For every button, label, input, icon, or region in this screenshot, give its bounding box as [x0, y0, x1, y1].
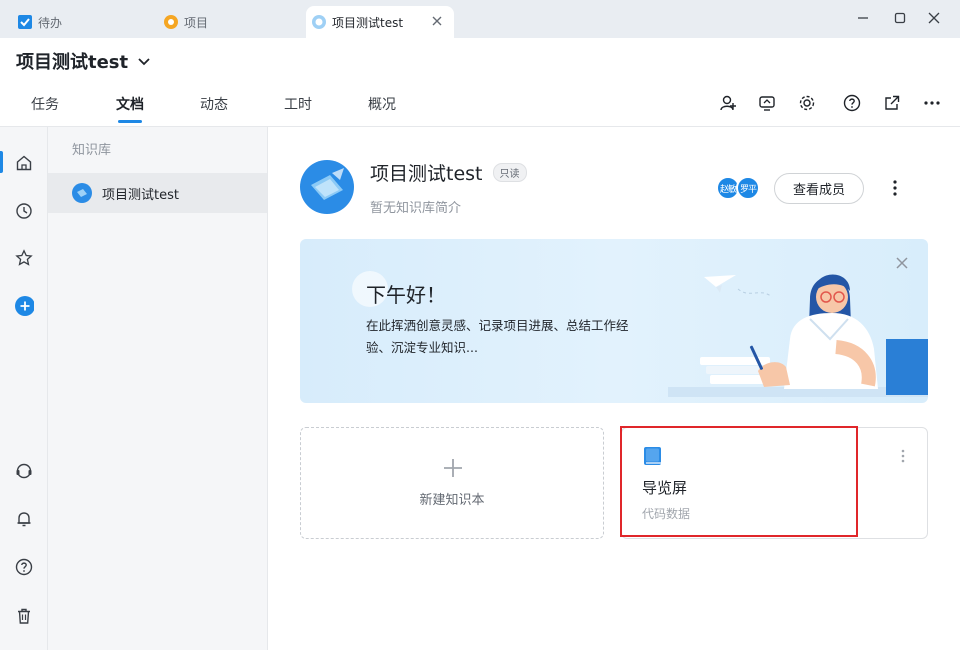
main-content: 项目测试test 只读 暂无知识库简介 赵敏 罗平 查看成员 下午好！ 在此挥洒…	[269, 127, 960, 650]
plus-icon	[444, 459, 462, 477]
notebook-card[interactable]: 导览屏 代码数据	[621, 427, 928, 539]
tab-activity[interactable]: 动态	[200, 94, 228, 114]
more-horizontal-icon[interactable]	[922, 93, 942, 113]
external-link-icon[interactable]	[882, 93, 902, 113]
project-header: 项目测试test 任务 文档 动态 工时 概况	[0, 38, 960, 127]
notebook-subtitle: 代码数据	[642, 507, 691, 521]
chevron-down-icon	[136, 53, 152, 69]
tab-worktime[interactable]: 工时	[284, 94, 312, 114]
customer-service-icon[interactable]	[14, 461, 34, 481]
tab-overview[interactable]: 概况	[368, 94, 396, 114]
project-title-dropdown[interactable]: 项目测试test	[16, 48, 152, 74]
kb-description: 暂无知识库简介	[370, 201, 462, 216]
close-icon[interactable]	[430, 14, 444, 28]
avatar: 罗平	[736, 176, 760, 200]
home-icon[interactable]	[14, 153, 34, 173]
knowledge-base-icon	[312, 15, 326, 29]
screen-share-icon[interactable]	[757, 93, 777, 113]
window-close-icon[interactable]	[924, 8, 944, 28]
banner-text: 在此挥洒创意灵感、记录项目进展、总结工作经验、沉淀专业知识...	[366, 318, 629, 355]
help-circle-icon[interactable]	[14, 557, 34, 577]
window-tab-todo[interactable]: 待办	[18, 6, 62, 38]
illustration-image	[668, 274, 928, 397]
book-icon	[644, 447, 661, 465]
add-member-icon[interactable]	[718, 93, 738, 113]
recent-icon[interactable]	[14, 201, 34, 221]
tab-docs[interactable]: 文档	[116, 94, 144, 123]
window-tab-project[interactable]: 项目	[164, 6, 208, 38]
notebook-name: 导览屏	[642, 479, 688, 497]
add-circle-icon[interactable]	[14, 296, 34, 316]
kb-title: 项目测试test	[370, 163, 483, 185]
new-notebook-card[interactable]: 新建知识本	[300, 427, 604, 539]
trash-icon[interactable]	[14, 606, 34, 626]
kb-title-row: 项目测试test 只读	[370, 159, 527, 186]
help-icon[interactable]	[842, 93, 862, 113]
more-vertical-icon[interactable]	[885, 178, 905, 198]
bell-icon[interactable]	[14, 509, 34, 529]
sidebar-item-kb[interactable]: 项目测试test	[48, 173, 267, 213]
knowledge-base-icon	[72, 183, 92, 203]
welcome-banner: 下午好！ 在此挥洒创意灵感、记录项目进展、总结工作经验、沉淀专业知识...	[300, 239, 928, 403]
rail-selection-indicator	[0, 151, 3, 173]
readonly-badge: 只读	[492, 163, 527, 182]
sidebar-section-title: 知识库	[72, 143, 112, 158]
notebook-more-icon[interactable]	[895, 446, 911, 466]
tab-tasks[interactable]: 任务	[31, 94, 59, 114]
window-tab-label: 待办	[38, 15, 63, 30]
view-members-button[interactable]: 查看成员	[774, 173, 864, 204]
minimize-icon[interactable]	[853, 8, 873, 28]
banner-close-icon[interactable]	[894, 255, 910, 271]
window-tab-kb[interactable]: 项目测试test	[306, 6, 454, 38]
window-tab-bar: 待办 项目 项目测试test	[0, 0, 960, 38]
project-title: 项目测试test	[16, 52, 129, 73]
member-avatars[interactable]: 赵敏 罗平	[716, 176, 764, 200]
new-notebook-label: 新建知识本	[419, 493, 485, 508]
gear-icon[interactable]	[797, 93, 817, 113]
banner-greeting: 下午好！	[366, 283, 446, 307]
window-tab-label: 项目测试test	[332, 15, 404, 30]
left-rail	[0, 127, 48, 650]
sidebar-item-label: 项目测试test	[102, 187, 179, 203]
window-tab-label: 项目	[184, 15, 209, 30]
project-icon	[164, 15, 178, 29]
star-icon[interactable]	[14, 248, 34, 268]
knowledge-base-logo	[300, 160, 354, 214]
kb-sidebar: 知识库 项目测试test	[48, 127, 268, 650]
checkbox-icon	[18, 15, 32, 29]
maximize-icon[interactable]	[890, 8, 910, 28]
